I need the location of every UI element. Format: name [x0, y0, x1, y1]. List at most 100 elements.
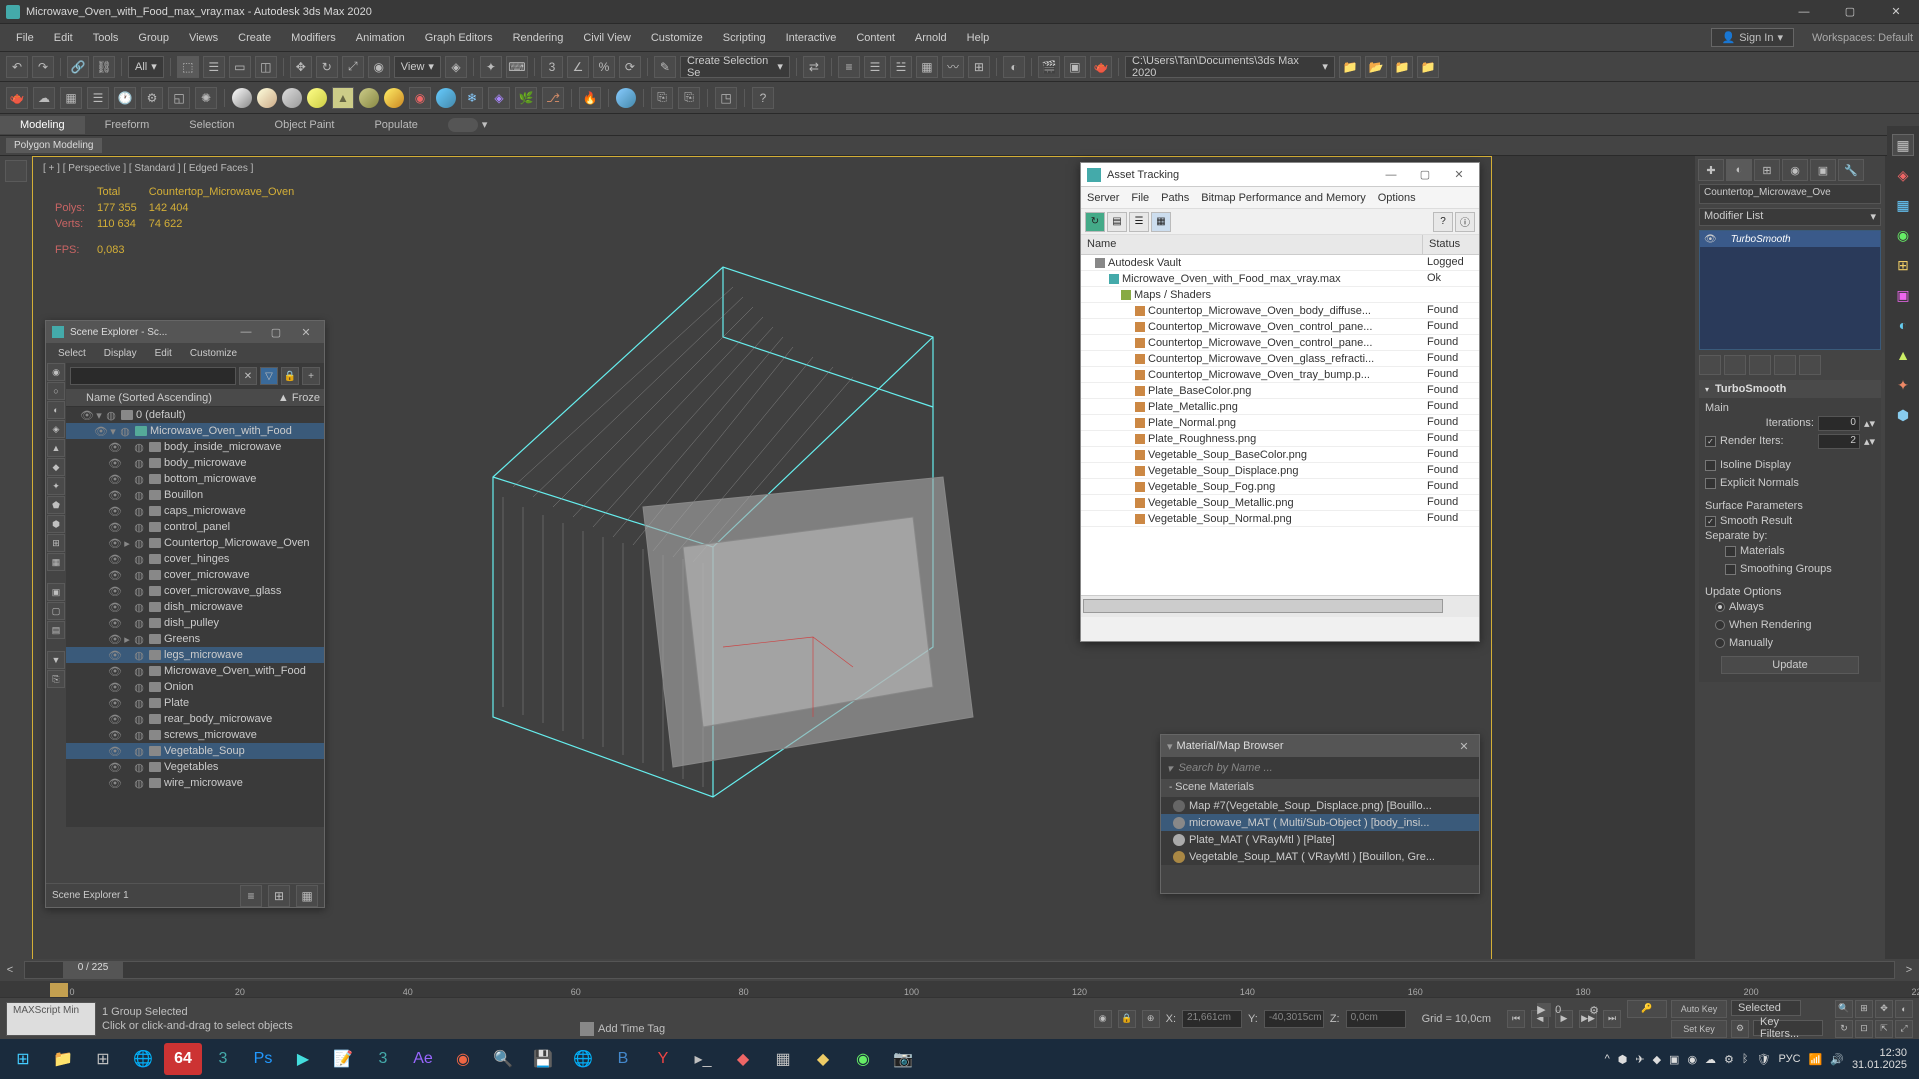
scene-item[interactable]: 👁◍legs_microwave — [66, 647, 324, 663]
yandex-icon[interactable]: Y — [644, 1043, 682, 1075]
time-next[interactable]: > — [1899, 964, 1919, 976]
menu-interactive[interactable]: Interactive — [776, 28, 847, 48]
tray-1-icon[interactable]: ⬢ — [1618, 1053, 1628, 1066]
big-key-button[interactable]: 🔑 — [1627, 1000, 1667, 1018]
search-icon[interactable]: 🔍 — [484, 1043, 522, 1075]
dock-btn-3[interactable]: ▦ — [1892, 194, 1914, 216]
se-filter-9[interactable]: ⬢ — [47, 515, 65, 533]
scene-tree[interactable]: 👁▾◍0 (default)👁▾◍Microwave_Oven_with_Foo… — [66, 407, 324, 827]
filter-dropdown[interactable]: All▾ — [128, 56, 164, 78]
menu-content[interactable]: Content — [846, 28, 905, 48]
mat-1-icon[interactable] — [232, 88, 252, 108]
material-editor-button[interactable]: ◐ — [1003, 56, 1025, 78]
mat-4-icon[interactable] — [307, 88, 327, 108]
folder4-button[interactable]: 📁 — [1417, 56, 1439, 78]
layers-button[interactable]: ☰ — [864, 56, 886, 78]
cube-icon[interactable]: ◱ — [168, 87, 190, 109]
frame-number[interactable]: 0 — [1555, 1004, 1585, 1016]
at-info-button[interactable]: ⓘ — [1455, 212, 1475, 232]
plant-icon[interactable]: 🌿 — [515, 87, 537, 109]
time-slider[interactable]: 0 / 225 — [24, 961, 1895, 979]
edit-selection-button[interactable]: ✎ — [654, 56, 676, 78]
project-path[interactable]: C:\Users\Tan\Documents\3ds Max 2020▾ — [1125, 56, 1335, 78]
nav-2[interactable]: ⊞ — [1855, 1000, 1873, 1018]
burst-icon[interactable]: ✺ — [195, 87, 217, 109]
mat-2-icon[interactable] — [257, 88, 277, 108]
dock-btn-7[interactable]: ◐ — [1892, 314, 1914, 336]
se-filter-6[interactable]: ◆ — [47, 458, 65, 476]
se-filter-button[interactable]: ▽ — [260, 367, 278, 385]
asset-row[interactable]: Plate_BaseColor.pngFound — [1081, 383, 1479, 399]
manipulate-button[interactable]: ✦ — [480, 56, 502, 78]
at-minimize[interactable]: — — [1377, 169, 1405, 181]
se-filter-4[interactable]: ◈ — [47, 420, 65, 438]
tray-lang[interactable]: РУС — [1779, 1053, 1801, 1065]
chevron-down-icon[interactable]: ▾ — [482, 118, 488, 131]
dock-btn-8[interactable]: ▲ — [1892, 344, 1914, 366]
align-button[interactable]: ≡ — [838, 56, 860, 78]
scene-explorer-titlebar[interactable]: Scene Explorer - Sc... — ▢ ✕ — [46, 321, 324, 343]
se-menu-edit[interactable]: Edit — [147, 346, 180, 361]
explorer-icon[interactable]: 📁 — [44, 1043, 82, 1075]
mat-6-icon[interactable] — [384, 88, 404, 108]
tray-up-icon[interactable]: ^ — [1605, 1053, 1610, 1065]
always-radio[interactable] — [1715, 602, 1725, 612]
at-refresh-button[interactable]: ↻ — [1085, 212, 1105, 232]
tool-c-icon[interactable]: ◳ — [715, 87, 737, 109]
mat-7-icon[interactable] — [436, 88, 456, 108]
mb-close[interactable]: ✕ — [1455, 740, 1473, 753]
modifier-stack[interactable]: 👁TurboSmooth — [1699, 230, 1881, 350]
scene-item[interactable]: 👁◍caps_microwave — [66, 503, 324, 519]
se-filter-7[interactable]: ✦ — [47, 477, 65, 495]
ribbon-tab-populate[interactable]: Populate — [354, 116, 437, 134]
menu-civilview[interactable]: Civil View — [573, 28, 640, 48]
layers2-button[interactable]: ☱ — [890, 56, 912, 78]
se-view-1[interactable]: ▣ — [47, 583, 65, 601]
menu-tools[interactable]: Tools — [83, 28, 129, 48]
manually-radio[interactable] — [1715, 638, 1725, 648]
se-maximize[interactable]: ▢ — [264, 326, 288, 339]
se-column-header[interactable]: Name (Sorted Ascending) ▲ Froze — [66, 389, 324, 407]
move-button[interactable]: ✥ — [290, 56, 312, 78]
tray-6-icon[interactable]: ☁ — [1705, 1053, 1716, 1066]
menu-modifiers[interactable]: Modifiers — [281, 28, 346, 48]
at-menu-paths[interactable]: Paths — [1161, 192, 1189, 204]
unique-button[interactable] — [1749, 355, 1771, 375]
maximize-button[interactable]: ▢ — [1827, 0, 1873, 24]
asset-row[interactable]: Autodesk VaultLogged — [1081, 255, 1479, 271]
scene-item[interactable]: 👁◍Vegetables — [66, 759, 324, 775]
scene-item[interactable]: 👁◍body_microwave — [66, 455, 324, 471]
snow-icon[interactable]: ❄ — [461, 87, 483, 109]
nav-8[interactable]: ⤢ — [1895, 1020, 1913, 1038]
tray-wifi-icon[interactable]: 📶 — [1809, 1053, 1823, 1066]
material-list[interactable]: Map #7(Vegetable_Soup_Displace.png) [Bou… — [1161, 797, 1479, 865]
se-search-input[interactable] — [70, 367, 236, 385]
asset-list[interactable]: Autodesk VaultLoggedMicrowave_Oven_with_… — [1081, 255, 1479, 595]
scene-item[interactable]: 👁◍Bouillon — [66, 487, 324, 503]
ribbon-toggle[interactable] — [448, 118, 478, 132]
at-btn-2[interactable]: ▤ — [1107, 212, 1127, 232]
schematic-button[interactable]: ⊞ — [968, 56, 990, 78]
se-filter-1[interactable]: ◉ — [47, 363, 65, 381]
tray-vol-icon[interactable]: 🔊 — [1830, 1053, 1844, 1066]
asset-row[interactable]: Maps / Shaders — [1081, 287, 1479, 303]
time-config[interactable]: ⚙ — [1589, 1004, 1599, 1017]
scene-item[interactable]: 👁◍Microwave_Oven_with_Food — [66, 663, 324, 679]
at-menu-server[interactable]: Server — [1087, 192, 1119, 204]
ribbon-tab-selection[interactable]: Selection — [169, 116, 254, 134]
play-end[interactable]: ⏭ — [1603, 1010, 1621, 1028]
at-col-status[interactable]: Status — [1423, 235, 1479, 254]
keyfilters-dropdown[interactable]: Key Filters... — [1753, 1020, 1823, 1036]
isoline-checkbox[interactable] — [1705, 460, 1716, 471]
ribbon-sub-polygon[interactable]: Polygon Modeling — [6, 138, 102, 153]
asset-row[interactable]: Plate_Metallic.pngFound — [1081, 399, 1479, 415]
link-button[interactable]: 🔗 — [67, 56, 89, 78]
mat-8-icon[interactable] — [616, 88, 636, 108]
nav-4[interactable]: ◐ — [1895, 1000, 1913, 1018]
tray-bt-icon[interactable]: ᛒ — [1742, 1053, 1749, 1065]
percent-snap-button[interactable]: % — [593, 56, 615, 78]
dock-btn-5[interactable]: ⊞ — [1892, 254, 1914, 276]
save-icon[interactable]: 💾 — [524, 1043, 562, 1075]
swirl-icon[interactable]: ◉ — [409, 87, 431, 109]
scene-item[interactable]: 👁◍screws_microwave — [66, 727, 324, 743]
